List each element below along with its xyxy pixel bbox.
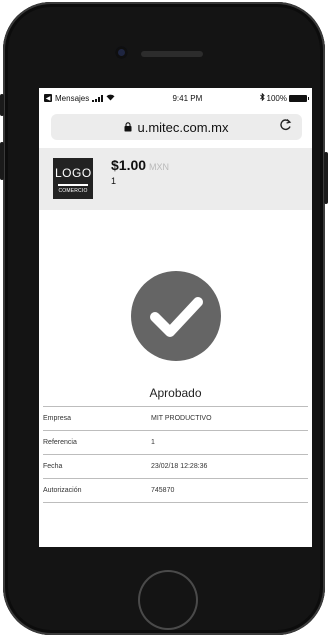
carrier-label: Mensajes bbox=[55, 93, 90, 103]
status-title: Aprobado bbox=[149, 386, 202, 400]
detail-row-referencia: Referencia 1 bbox=[43, 430, 308, 454]
reference-number: 1 bbox=[111, 176, 117, 186]
wifi-icon bbox=[106, 94, 115, 103]
amount-value: $1.00 bbox=[111, 157, 147, 173]
address-bar[interactable]: u.mitec.com.mx bbox=[51, 114, 302, 140]
home-button[interactable] bbox=[138, 570, 198, 630]
detail-value: 745870 bbox=[151, 487, 175, 494]
front-camera bbox=[115, 46, 128, 59]
volume-up-button bbox=[0, 142, 4, 180]
currency-label: MXN bbox=[149, 162, 170, 172]
phone-frame: ◀ Mensajes 9:41 PM 100% u.mitec.com.mx L… bbox=[0, 2, 328, 635]
power-button bbox=[324, 152, 328, 204]
bluetooth-icon bbox=[259, 92, 265, 103]
detail-value: MIT PRODUCTIVO bbox=[151, 415, 212, 422]
logo-text: LOGO bbox=[55, 166, 92, 180]
merchant-logo: LOGO COMERCIO bbox=[53, 158, 93, 199]
detail-label: Empresa bbox=[43, 415, 72, 422]
detail-label: Referencia bbox=[43, 439, 77, 446]
detail-row-autorizacion: Autorización 745870 bbox=[43, 478, 308, 503]
logo-divider bbox=[58, 184, 88, 186]
detail-label: Autorización bbox=[43, 487, 82, 494]
transaction-details: Empresa MIT PRODUCTIVO Referencia 1 Fech… bbox=[43, 406, 308, 503]
url-text: u.mitec.com.mx bbox=[137, 119, 229, 135]
merchant-header: LOGO COMERCIO $1.00 MXN 1 bbox=[39, 148, 312, 210]
battery-percent: 100% bbox=[266, 93, 287, 103]
mute-switch bbox=[0, 94, 4, 116]
back-icon[interactable]: ◀ bbox=[44, 94, 52, 102]
detail-value: 1 bbox=[151, 439, 155, 446]
detail-value: 23/02/18 12:28:36 bbox=[151, 463, 208, 470]
detail-label: Fecha bbox=[43, 463, 63, 470]
detail-row-fecha: Fecha 23/02/18 12:28:36 bbox=[43, 454, 308, 478]
lock-icon bbox=[124, 120, 132, 135]
status-bar: ◀ Mensajes 9:41 PM 100% bbox=[39, 88, 312, 108]
logo-subtext: COMERCIO bbox=[58, 188, 88, 194]
phone-screen: ◀ Mensajes 9:41 PM 100% u.mitec.com.mx L… bbox=[39, 88, 312, 547]
payment-amount: $1.00 MXN bbox=[111, 157, 169, 173]
detail-row-empresa: Empresa MIT PRODUCTIVO bbox=[43, 406, 308, 430]
earpiece-speaker bbox=[141, 51, 203, 57]
battery-icon bbox=[288, 94, 309, 102]
check-icon bbox=[131, 271, 221, 361]
signal-icon bbox=[92, 94, 104, 102]
reload-icon[interactable] bbox=[279, 118, 292, 134]
clock-label: 9:41 PM bbox=[172, 93, 203, 103]
